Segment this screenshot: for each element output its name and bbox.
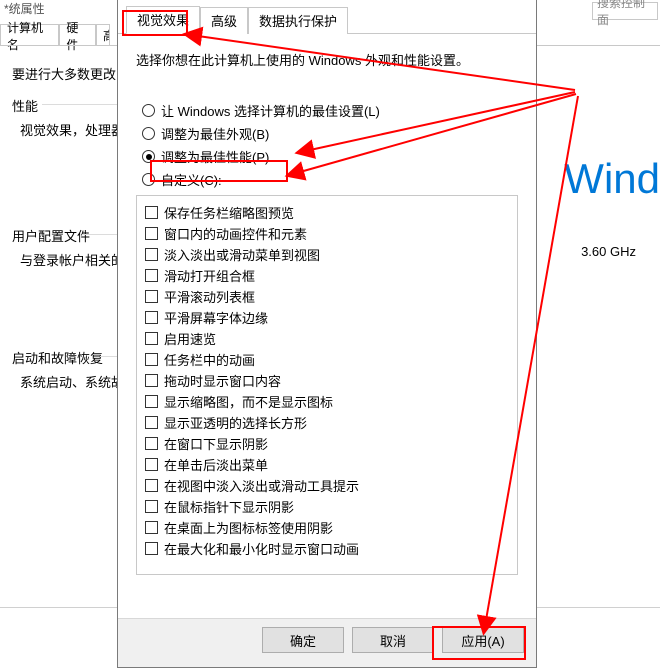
option-row[interactable]: 显示亚透明的选择长方形 — [143, 412, 511, 433]
option-label: 显示缩略图，而不是显示图标 — [164, 392, 333, 411]
tab-computer-name[interactable]: 计算机名 — [0, 24, 59, 46]
windows-brand: Wind — [564, 155, 660, 203]
performance-options-dialog: 视觉效果 高级 数据执行保护 选择你想在此计算机上使用的 Windows 外观和… — [117, 0, 537, 668]
option-row[interactable]: 滑动打开组合框 — [143, 265, 511, 286]
checkbox-icon — [145, 416, 158, 429]
checkbox-icon — [145, 269, 158, 282]
option-row[interactable]: 在鼠标指针下显示阴影 — [143, 496, 511, 517]
option-row[interactable]: 在桌面上为图标标签使用阴影 — [143, 517, 511, 538]
userprofile-desc: 与登录帐户相关的 — [20, 250, 124, 269]
option-label: 在视图中淡入淡出或滑动工具提示 — [164, 476, 359, 495]
bg-tabs: 计算机名 硬件 高 — [0, 24, 110, 46]
tab-dep[interactable]: 数据执行保护 — [248, 7, 348, 34]
option-label: 平滑屏幕字体边缘 — [164, 308, 268, 327]
checkbox-icon — [145, 542, 158, 555]
option-label: 在单击后淡出菜单 — [164, 455, 268, 474]
option-row[interactable]: 拖动时显示窗口内容 — [143, 370, 511, 391]
option-row[interactable]: 窗口内的动画控件和元素 — [143, 223, 511, 244]
search-placeholder: 搜索控制面 — [597, 0, 653, 28]
radio-icon — [142, 173, 155, 186]
radio-icon — [142, 150, 155, 163]
apply-button[interactable]: 应用(A) — [442, 627, 524, 653]
dialog-tabs: 视觉效果 高级 数据执行保护 — [118, 0, 536, 34]
checkbox-icon — [145, 206, 158, 219]
radio-label: 让 Windows 选择计算机的最佳设置(L) — [161, 101, 380, 120]
option-label: 任务栏中的动画 — [164, 350, 255, 369]
cpu-freq: 3.60 GHz — [581, 244, 636, 259]
checkbox-icon — [145, 311, 158, 324]
radio-custom[interactable]: 自定义(C): — [136, 170, 518, 189]
checkbox-icon — [145, 437, 158, 450]
dialog-description: 选择你想在此计算机上使用的 Windows 外观和性能设置。 — [136, 50, 518, 69]
group-userprofile-label: 用户配置文件 — [12, 226, 90, 245]
checkbox-icon — [145, 290, 158, 303]
option-row[interactable]: 在最大化和最小化时显示窗口动画 — [143, 538, 511, 559]
group-startup-label: 启动和故障恢复 — [12, 348, 103, 367]
tab-advanced[interactable]: 高级 — [200, 7, 248, 34]
dialog-body: 选择你想在此计算机上使用的 Windows 外观和性能设置。 让 Windows… — [118, 34, 536, 618]
bg-admin-note: 要进行大多数更改 — [12, 64, 116, 83]
radio-label: 自定义(C): — [161, 170, 222, 189]
option-label: 在桌面上为图标标签使用阴影 — [164, 518, 333, 537]
tab-visual-effects[interactable]: 视觉效果 — [126, 6, 200, 34]
checkbox-icon — [145, 521, 158, 534]
radio-icon — [142, 127, 155, 140]
option-label: 拖动时显示窗口内容 — [164, 371, 281, 390]
option-row[interactable]: 任务栏中的动画 — [143, 349, 511, 370]
ok-button[interactable]: 确定 — [262, 627, 344, 653]
radio-label: 调整为最佳性能(P) — [161, 147, 269, 166]
option-row[interactable]: 平滑屏幕字体边缘 — [143, 307, 511, 328]
checkbox-icon — [145, 227, 158, 240]
checkbox-icon — [145, 500, 158, 513]
group-performance-label: 性能 — [12, 96, 38, 115]
option-label: 窗口内的动画控件和元素 — [164, 224, 307, 243]
radio-let-windows[interactable]: 让 Windows 选择计算机的最佳设置(L) — [136, 101, 518, 120]
option-label: 保存任务栏缩略图预览 — [164, 203, 294, 222]
option-row[interactable]: 保存任务栏缩略图预览 — [143, 202, 511, 223]
option-row[interactable]: 平滑滚动列表框 — [143, 286, 511, 307]
tab-advanced-cut[interactable]: 高 — [96, 24, 110, 46]
option-row[interactable]: 淡入淡出或滑动菜单到视图 — [143, 244, 511, 265]
option-row[interactable]: 显示缩略图，而不是显示图标 — [143, 391, 511, 412]
cancel-button[interactable]: 取消 — [352, 627, 434, 653]
option-row[interactable]: 在窗口下显示阴影 — [143, 433, 511, 454]
checkbox-icon — [145, 458, 158, 471]
option-label: 在鼠标指针下显示阴影 — [164, 497, 294, 516]
checkbox-icon — [145, 332, 158, 345]
option-row[interactable]: 在视图中淡入淡出或滑动工具提示 — [143, 475, 511, 496]
checkbox-icon — [145, 374, 158, 387]
options-list[interactable]: 保存任务栏缩略图预览窗口内的动画控件和元素淡入淡出或滑动菜单到视图滑动打开组合框… — [136, 195, 518, 575]
perf-desc: 视觉效果，处理器 — [20, 120, 124, 139]
option-label: 显示亚透明的选择长方形 — [164, 413, 307, 432]
radio-label: 调整为最佳外观(B) — [161, 124, 269, 143]
option-row[interactable]: 在单击后淡出菜单 — [143, 454, 511, 475]
option-label: 滑动打开组合框 — [164, 266, 255, 285]
option-label: 在窗口下显示阴影 — [164, 434, 268, 453]
radio-icon — [142, 104, 155, 117]
startup-desc: 系统启动、系统故 — [20, 372, 124, 391]
option-row[interactable]: 启用速览 — [143, 328, 511, 349]
radio-best-appearance[interactable]: 调整为最佳外观(B) — [136, 124, 518, 143]
checkbox-icon — [145, 248, 158, 261]
checkbox-icon — [145, 479, 158, 492]
checkbox-icon — [145, 353, 158, 366]
dialog-button-bar: 确定 取消 应用(A) — [118, 618, 536, 667]
option-label: 平滑滚动列表框 — [164, 287, 255, 306]
tab-hardware[interactable]: 硬件 — [59, 24, 96, 46]
divider — [42, 104, 120, 105]
option-label: 淡入淡出或滑动菜单到视图 — [164, 245, 320, 264]
radio-best-performance[interactable]: 调整为最佳性能(P) — [136, 147, 518, 166]
checkbox-icon — [145, 395, 158, 408]
divider — [82, 234, 120, 235]
option-label: 在最大化和最小化时显示窗口动画 — [164, 539, 359, 558]
search-input[interactable]: 搜索控制面 — [592, 2, 658, 20]
option-label: 启用速览 — [164, 329, 216, 348]
